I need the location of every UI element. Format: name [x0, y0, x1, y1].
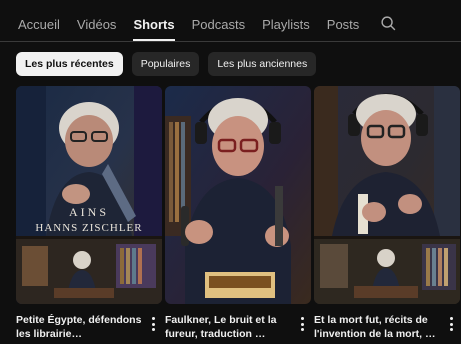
channel-tabs: Accueil Vidéos Shorts Podcasts Playlists… — [0, 0, 461, 41]
search-icon[interactable] — [380, 13, 397, 41]
tab-shorts[interactable]: Shorts — [133, 13, 175, 41]
more-options-icon[interactable] — [299, 317, 305, 331]
more-options-icon[interactable] — [150, 317, 156, 331]
chip-oldest[interactable]: Les plus anciennes — [208, 52, 317, 76]
chip-popular[interactable]: Populaires — [131, 52, 200, 76]
short-title[interactable]: Faulkner, Le bruit et la fureur, traduct… — [165, 313, 293, 341]
more-options-icon[interactable] — [448, 317, 454, 331]
chip-recent[interactable]: Les plus récentes — [16, 52, 123, 76]
tab-accueil[interactable]: Accueil — [18, 13, 60, 41]
shorts-grid: AINS HANNS ZISCHLER Petite Égypte, défen… — [16, 86, 460, 340]
sort-chips: Les plus récentes Populaires Les plus an… — [16, 52, 317, 76]
tab-videos[interactable]: Vidéos — [77, 13, 117, 41]
overlay-text-line2: HANNS ZISCHLER — [35, 222, 143, 234]
short-title[interactable]: Petite Égypte, défendons les librairie… — [16, 313, 144, 341]
tab-playlists[interactable]: Playlists — [262, 13, 310, 41]
short-thumbnail[interactable] — [165, 86, 311, 304]
short-card[interactable]: Et la mort fut, récits de l'invention de… — [314, 86, 460, 340]
short-title[interactable]: Et la mort fut, récits de l'invention de… — [314, 313, 442, 341]
short-thumbnail[interactable] — [314, 86, 460, 304]
short-thumbnail[interactable]: AINS HANNS ZISCHLER — [16, 86, 162, 304]
tab-posts[interactable]: Posts — [327, 13, 360, 41]
short-card[interactable]: Faulkner, Le bruit et la fureur, traduct… — [165, 86, 311, 340]
short-card[interactable]: AINS HANNS ZISCHLER Petite Égypte, défen… — [16, 86, 162, 340]
tabs-divider — [0, 41, 461, 42]
overlay-text-line1: AINS — [68, 205, 109, 219]
tab-podcasts[interactable]: Podcasts — [192, 13, 245, 41]
